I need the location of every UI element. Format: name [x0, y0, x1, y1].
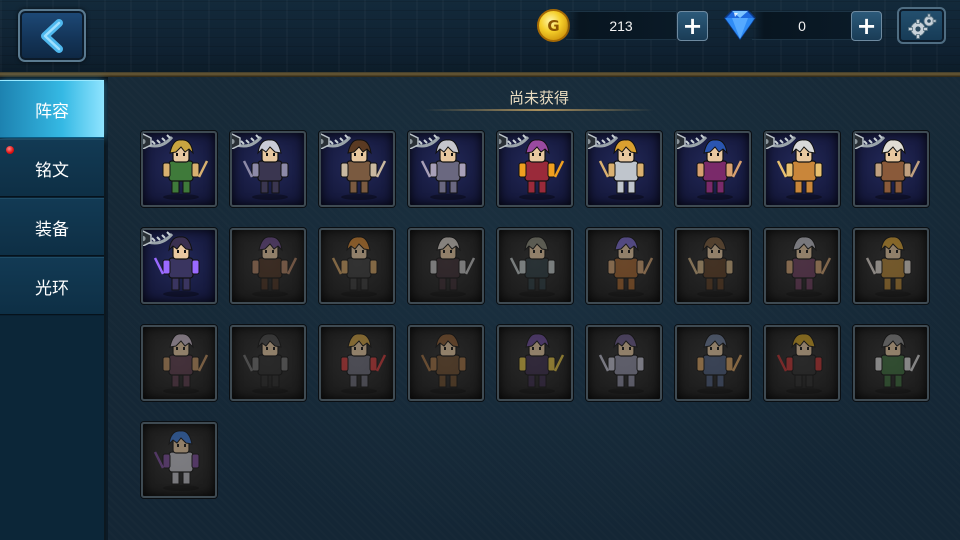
hero-card-locked[interactable] — [586, 228, 662, 304]
hero-sprite — [687, 236, 734, 297]
hero-card-locked[interactable] — [408, 325, 484, 401]
hero-card-owned[interactable] — [141, 131, 217, 207]
hero-card-owned[interactable] — [497, 131, 573, 207]
hero-card-locked[interactable] — [230, 325, 306, 401]
hero-card-owned[interactable] — [319, 131, 395, 207]
hero-card-owned[interactable] — [586, 131, 662, 207]
hero-sprite — [420, 333, 467, 394]
hero-sprite — [598, 333, 645, 394]
hero-sprite — [607, 236, 654, 297]
hero-sprite — [865, 236, 912, 297]
hero-sprite — [518, 333, 565, 394]
hero-sprite — [696, 333, 743, 394]
tab-inscriptions-label: 铭文 — [35, 160, 69, 181]
laurel-rank-badge-icon — [499, 133, 530, 149]
notification-dot-icon — [6, 146, 14, 154]
hero-card-owned[interactable] — [408, 131, 484, 207]
hero-card-locked[interactable] — [319, 228, 395, 304]
hero-card-locked[interactable] — [319, 325, 395, 401]
hero-sprite — [251, 236, 298, 297]
hero-card-locked[interactable] — [141, 422, 217, 498]
tab-equipment-label: 装备 — [35, 219, 69, 240]
hero-sprite — [242, 333, 289, 394]
hero-card-locked[interactable] — [497, 228, 573, 304]
laurel-rank-badge-icon — [410, 133, 441, 149]
laurel-rank-badge-icon — [232, 133, 263, 149]
chevron-left-icon — [37, 18, 67, 53]
hero-sprite — [509, 236, 556, 297]
hero-sprite — [785, 236, 832, 297]
gold-amount: 213 — [566, 11, 676, 40]
laurel-rank-badge-icon — [321, 133, 352, 149]
tab-inscriptions[interactable]: 铭文 — [0, 139, 104, 197]
hero-card-owned[interactable] — [764, 131, 840, 207]
laurel-rank-badge-icon — [766, 133, 797, 149]
hero-card-owned[interactable] — [230, 131, 306, 207]
settings-button[interactable] — [897, 7, 946, 44]
gem-amount: 0 — [752, 11, 852, 40]
hero-sprite — [153, 430, 200, 491]
hero-card-locked[interactable] — [764, 228, 840, 304]
add-gems-button[interactable]: + — [851, 11, 882, 41]
laurel-rank-badge-icon — [855, 133, 886, 149]
sidebar: 阵容 铭文 装备 光环 — [0, 79, 106, 540]
gold-coin-glyph: G — [547, 16, 560, 35]
sidebar-empty-area — [0, 316, 104, 540]
hero-card-locked[interactable] — [853, 325, 929, 401]
hero-card-locked[interactable] — [675, 228, 751, 304]
hero-sprite — [776, 333, 823, 394]
laurel-rank-badge-icon — [677, 133, 708, 149]
hero-card-owned[interactable] — [141, 228, 217, 304]
hero-sprite — [162, 333, 209, 394]
hero-sprite — [331, 236, 378, 297]
hero-card-locked[interactable] — [764, 325, 840, 401]
hero-card-locked[interactable] — [230, 228, 306, 304]
hero-sprite — [874, 333, 921, 394]
add-gold-button[interactable]: + — [677, 11, 708, 41]
section-title: 尚未获得 — [508, 88, 569, 107]
hero-card-owned[interactable] — [675, 131, 751, 207]
hero-card-locked[interactable] — [497, 325, 573, 401]
hero-card-owned[interactable] — [853, 131, 929, 207]
tab-aura[interactable]: 光环 — [0, 257, 104, 315]
gears-icon — [905, 12, 939, 40]
hero-card-locked[interactable] — [408, 228, 484, 304]
tab-lineup[interactable]: 阵容 — [0, 80, 104, 138]
laurel-rank-badge-icon — [588, 133, 619, 149]
hero-sprite — [429, 236, 476, 297]
hero-card-locked[interactable] — [853, 228, 929, 304]
tab-equipment[interactable]: 装备 — [0, 198, 104, 256]
hero-card-locked[interactable] — [141, 325, 217, 401]
hero-sprite — [340, 333, 387, 394]
section-title-underline — [424, 109, 654, 111]
hero-card-locked[interactable] — [586, 325, 662, 401]
hero-card-locked[interactable] — [675, 325, 751, 401]
back-button[interactable] — [18, 9, 86, 62]
laurel-rank-badge-icon — [143, 133, 174, 149]
tab-lineup-label: 阵容 — [35, 101, 69, 122]
tab-aura-label: 光环 — [35, 278, 69, 299]
laurel-rank-badge-icon — [143, 230, 174, 246]
